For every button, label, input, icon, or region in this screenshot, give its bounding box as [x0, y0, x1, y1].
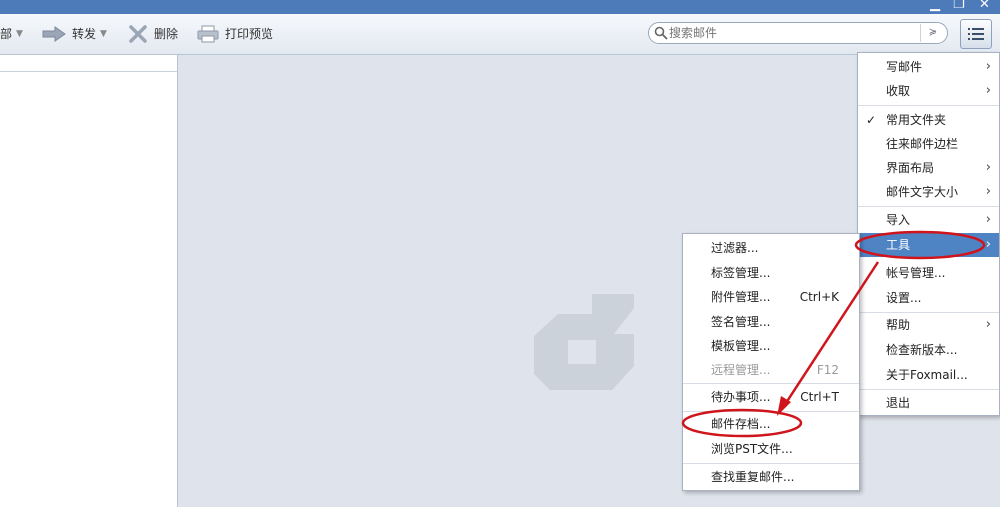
title-bar: ▁ ❐ ✕: [0, 0, 1000, 14]
chevron-down-icon[interactable]: ▼: [100, 25, 107, 43]
menu-item-account-management[interactable]: 帐号管理...: [858, 261, 999, 285]
menu-item-import[interactable]: 导入 ›: [858, 208, 999, 232]
menu-item-label: 邮件存档...: [711, 417, 771, 431]
menu-separator: [858, 206, 999, 207]
main-menu: 写邮件 › 收取 › ✓ 常用文件夹 往来邮件边栏 界面布局 › 邮件文字大小 › 导入 ›…: [857, 52, 1000, 416]
menu-item-label: 邮件文字大小: [886, 185, 959, 199]
menu-separator: [858, 105, 999, 106]
menu-item-receive[interactable]: 收取 ›: [858, 79, 999, 103]
menu-item-layout[interactable]: 界面布局 ›: [858, 156, 999, 180]
search-box[interactable]: ≽: [648, 22, 948, 44]
menu-item-label: 远程管理...: [711, 363, 771, 377]
menu-item-label: 模板管理...: [711, 339, 771, 353]
menu-item-label: 收取: [886, 84, 911, 98]
shortcut-label: Ctrl+T: [800, 390, 839, 404]
forward-icon: [42, 26, 66, 42]
submenu-item-archive[interactable]: 邮件存档...: [683, 412, 859, 436]
chevron-right-icon: ›: [985, 237, 991, 252]
submenu-item-find-duplicates[interactable]: 查找重复邮件...: [683, 465, 859, 489]
minimize-icon[interactable]: ▁: [930, 0, 940, 13]
menu-item-label: 帐号管理...: [886, 266, 946, 280]
menu-separator: [683, 463, 859, 464]
mail-list-header: [0, 55, 177, 72]
submenu-item-templates[interactable]: 模板管理...: [683, 334, 859, 358]
menu-item-label: 检查新版本...: [886, 343, 958, 357]
foxmail-logo-icon: [532, 292, 636, 395]
delete-icon: [128, 25, 148, 43]
menu-item-label: 常用文件夹: [886, 113, 947, 127]
delete-label: 删除: [154, 27, 179, 41]
delete-all-label: 部: [0, 27, 13, 41]
shortcut-label: F12: [816, 363, 839, 377]
menu-item-label: 关于Foxmail...: [886, 368, 968, 382]
main-menu-button[interactable]: [960, 19, 992, 49]
search-input[interactable]: [669, 25, 919, 41]
menu-item-check-updates[interactable]: 检查新版本...: [858, 338, 999, 362]
chevron-right-icon: ›: [985, 212, 991, 227]
menu-item-label: 浏览PST文件...: [711, 442, 793, 456]
menu-item-settings[interactable]: 设置...: [858, 286, 999, 310]
menu-item-font-size[interactable]: 邮件文字大小 ›: [858, 180, 999, 204]
delete-all-button[interactable]: 部 ▼: [0, 25, 23, 43]
chevron-right-icon: ›: [985, 59, 991, 74]
menu-separator: [858, 389, 999, 390]
forward-button[interactable]: 转发 ▼: [42, 25, 107, 43]
submenu-item-signatures[interactable]: 签名管理...: [683, 310, 859, 334]
chevron-right-icon: ›: [985, 160, 991, 175]
shortcut-label: Ctrl+K: [799, 290, 839, 304]
menu-item-label: 往来邮件边栏: [886, 137, 959, 151]
menu-item-label: 查找重复邮件...: [711, 470, 795, 484]
menu-item-label: 帮助: [886, 318, 911, 332]
submenu-item-attachments[interactable]: 附件管理... Ctrl+K: [683, 285, 859, 309]
chevron-right-icon: ›: [985, 317, 991, 332]
menu-item-label: 签名管理...: [711, 315, 771, 329]
check-icon: ✓: [866, 113, 877, 127]
menu-item-label: 界面布局: [886, 161, 935, 175]
menu-item-label: 工具: [886, 238, 911, 252]
submenu-item-todo[interactable]: 待办事项... Ctrl+T: [683, 385, 859, 409]
submenu-item-filters[interactable]: 过滤器...: [683, 236, 859, 260]
chevron-down-icon[interactable]: ▼: [16, 25, 23, 43]
delete-button[interactable]: 删除: [128, 25, 178, 43]
menu-item-compose[interactable]: 写邮件 ›: [858, 55, 999, 79]
submenu-item-remote-management: 远程管理... F12: [683, 358, 859, 382]
menu-item-label: 写邮件: [886, 60, 923, 74]
restore-icon[interactable]: ❐: [953, 0, 965, 13]
menu-item-about[interactable]: 关于Foxmail...: [858, 363, 999, 387]
menu-item-contact-sidebar[interactable]: 往来邮件边栏: [858, 132, 999, 156]
close-icon[interactable]: ✕: [979, 0, 990, 13]
menu-item-common-folders[interactable]: ✓ 常用文件夹: [858, 108, 999, 132]
print-icon: [197, 25, 219, 43]
menu-item-label: 附件管理...: [711, 290, 771, 304]
menu-item-label: 标签管理...: [711, 266, 771, 280]
submenu-item-browse-pst[interactable]: 浏览PST文件...: [683, 437, 859, 461]
print-preview-button[interactable]: 打印预览: [197, 25, 273, 43]
print-preview-label: 打印预览: [225, 27, 274, 41]
menu-item-help[interactable]: 帮助 ›: [858, 313, 999, 337]
menu-item-label: 导入: [886, 213, 911, 227]
menu-item-tools[interactable]: 工具 ›: [858, 233, 999, 257]
menu-item-label: 过滤器...: [711, 241, 759, 255]
menu-item-label: 设置...: [886, 291, 922, 305]
tools-submenu: 过滤器... 标签管理... 附件管理... Ctrl+K 签名管理... 模板管…: [682, 233, 860, 491]
menu-item-exit[interactable]: 退出: [858, 391, 999, 415]
menu-list-icon: [968, 27, 984, 44]
chevron-down-icon[interactable]: ≽: [920, 24, 945, 42]
forward-label: 转发: [72, 27, 97, 41]
mail-list-pane[interactable]: [0, 55, 178, 507]
submenu-item-tags[interactable]: 标签管理...: [683, 261, 859, 285]
chevron-right-icon: ›: [985, 184, 991, 199]
menu-separator: [683, 383, 859, 384]
toolbar: 部 ▼ 转发 ▼ 删除 打印预览 ≽: [0, 14, 1000, 55]
search-icon: [654, 26, 668, 43]
menu-item-label: 待办事项...: [711, 390, 771, 404]
chevron-right-icon: ›: [985, 83, 991, 98]
menu-item-label: 退出: [886, 396, 911, 410]
